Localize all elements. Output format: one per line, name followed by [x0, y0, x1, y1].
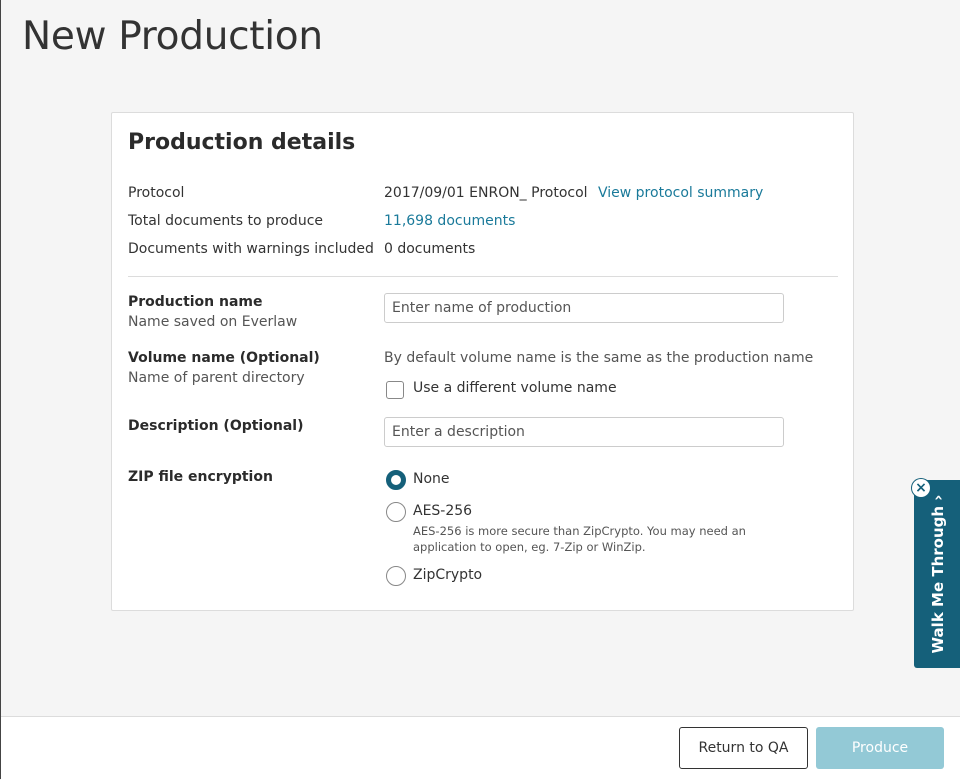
warnings-value: 0 documents — [384, 241, 476, 257]
zip-none-radio[interactable] — [386, 470, 406, 490]
total-documents-label: Total documents to produce — [128, 213, 324, 229]
zip-zipcrypto-radio[interactable] — [386, 566, 406, 586]
zip-zipcrypto-label[interactable]: ZipCrypto — [413, 567, 482, 583]
divider — [128, 276, 838, 277]
close-icon[interactable]: × — [912, 479, 930, 497]
production-name-input[interactable] — [384, 293, 784, 323]
different-volume-name-label[interactable]: Use a different volume name — [413, 380, 617, 396]
protocol-value-group: 2017/09/01 ENRON_ Protocol View protocol… — [384, 185, 763, 201]
page-title: New Production — [22, 14, 323, 59]
volume-name-label: Volume name (Optional) — [128, 350, 320, 366]
produce-button[interactable]: Produce — [816, 727, 944, 769]
zip-none-label[interactable]: None — [413, 471, 450, 487]
zip-aes256-label[interactable]: AES-256 — [413, 503, 472, 519]
production-details-card: Production details Protocol 2017/09/01 E… — [111, 112, 854, 611]
description-input[interactable] — [384, 417, 784, 447]
zip-aes256-radio[interactable] — [386, 502, 406, 522]
zip-encryption-label: ZIP file encryption — [128, 469, 273, 485]
protocol-label: Protocol — [128, 185, 185, 201]
different-volume-name-checkbox[interactable] — [386, 381, 404, 399]
zip-aes256-description: AES-256 is more secure than ZipCrypto. Y… — [413, 524, 746, 554]
volume-name-hint: By default volume name is the same as th… — [384, 350, 814, 366]
view-protocol-summary-link[interactable]: View protocol summary — [598, 185, 763, 201]
total-documents-link[interactable]: 11,698 documents — [384, 213, 515, 229]
walk-me-through-label: Walk Me Through › — [928, 494, 947, 654]
return-to-qa-button[interactable]: Return to QA — [679, 727, 808, 769]
protocol-value: 2017/09/01 ENRON_ Protocol — [384, 185, 588, 201]
production-name-label: Production name — [128, 294, 263, 310]
production-name-sub: Name saved on Everlaw — [128, 314, 298, 330]
walk-me-through-tab[interactable]: Walk Me Through › — [914, 480, 960, 668]
description-label: Description (Optional) — [128, 418, 304, 434]
warnings-label: Documents with warnings included — [128, 241, 374, 257]
volume-name-sub: Name of parent directory — [128, 370, 305, 386]
card-title: Production details — [128, 130, 356, 155]
